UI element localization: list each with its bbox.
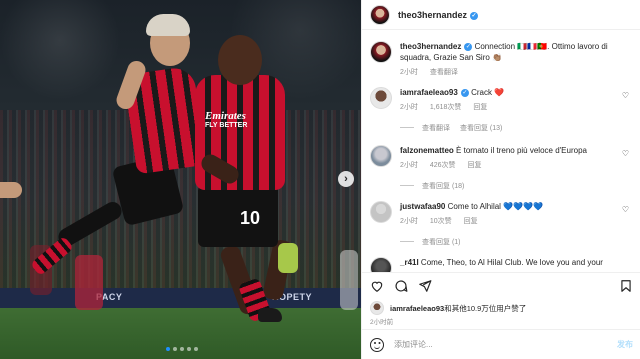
caption-time: 2小时 [400, 69, 418, 76]
action-bar: iamrafaeleao93和其他10.9万位用户赞了 2小时前 [362, 272, 640, 326]
player-boot [258, 308, 282, 322]
jersey-number: 10 [240, 208, 261, 228]
comment-username[interactable]: _r41l [400, 258, 419, 267]
bookmark-icon[interactable] [619, 279, 633, 293]
caption-username[interactable]: theo3hernandez [400, 42, 461, 51]
background-player [75, 255, 103, 310]
fist [0, 182, 22, 198]
avatar[interactable] [370, 145, 392, 167]
view-replies-text[interactable]: 查看回复 (13) [460, 125, 502, 132]
comment-username[interactable]: iamrafaeleao93 [400, 88, 458, 97]
avatar[interactable] [370, 41, 392, 63]
heart-icon[interactable]: ♡ [622, 205, 629, 214]
verified-badge-icon: ✓ [460, 89, 469, 97]
player-shorts [198, 185, 278, 247]
jersey-sponsor-tagline: FLY BETTER [205, 122, 248, 129]
liker-username[interactable]: iamrafaeleao93 [390, 304, 444, 313]
reply-button[interactable]: 回复 [464, 218, 478, 225]
comment-username[interactable]: falzonematteo [400, 146, 454, 155]
comment-time: 2小时 [400, 218, 418, 225]
likes-summary[interactable]: iamrafaeleao93和其他10.9万位用户赞了 [370, 301, 526, 315]
comment-username[interactable]: justwafaa90 [400, 202, 445, 211]
comment-likes[interactable]: 10次赞 [430, 218, 452, 225]
heart-icon[interactable]: ♡ [622, 91, 629, 100]
carousel-dot[interactable] [194, 347, 198, 351]
ad-board: PACY ROPETY [0, 288, 361, 308]
heart-icon[interactable] [370, 279, 384, 293]
post-time: 2小时前 [370, 319, 394, 326]
comment-icon[interactable] [394, 279, 408, 293]
carousel-dot[interactable] [166, 347, 170, 351]
translate-link[interactable]: 查看翻译 [422, 125, 450, 132]
comment-composer: 发布 [362, 329, 640, 359]
carousel-dot[interactable] [180, 347, 184, 351]
view-replies-link[interactable]: 查看回复 (18) [400, 181, 635, 191]
comment-item: iamrafaeleao93 ✓ Crack ❤️ 2小时 1,618次赞 回复 … [370, 87, 635, 133]
reply-button[interactable]: 回复 [473, 104, 487, 111]
avatar[interactable] [370, 4, 390, 25]
pitch [0, 308, 361, 359]
carousel-dot[interactable] [173, 347, 177, 351]
post-header: theo3hernandez ✓ [362, 0, 640, 30]
view-replies-text[interactable]: 查看回复 (18) [422, 183, 464, 190]
comment-time: 2小时 [400, 104, 418, 111]
avatar[interactable] [370, 201, 392, 223]
caption: theo3hernandez ✓ Connection 🇮🇹🇫🇷🇵🇹. Ottim… [370, 41, 635, 78]
comments-list[interactable]: theo3hernandez ✓ Connection 🇮🇹🇫🇷🇵🇹. Ottim… [362, 31, 640, 272]
avatar[interactable] [370, 301, 384, 315]
comment-text: Come to Alhilal 💙💙💙💙 [447, 202, 544, 211]
player-hair [146, 14, 190, 36]
post-photo[interactable]: PACY ROPETY 10 Emirates FLY BETTER › [0, 0, 361, 359]
view-replies-text[interactable]: 查看回复 (1) [422, 239, 461, 246]
comment-item: falzonematteo È tornato il treno più vel… [370, 145, 635, 191]
carousel-dots [166, 347, 198, 351]
comment-item: _r41l Come, Theo, to Al Hilal Club. We l… [370, 257, 635, 272]
player-head [218, 35, 262, 85]
post-comment-button[interactable]: 发布 [617, 339, 633, 350]
comment-text: Crack ❤️ [471, 88, 505, 97]
post-viewer: PACY ROPETY 10 Emirates FLY BETTER › the… [0, 0, 640, 359]
jersey-sponsor: Emirates FLY BETTER [205, 110, 247, 129]
carousel-dot[interactable] [187, 347, 191, 351]
player-boot [278, 243, 298, 273]
comment-likes[interactable]: 1,618次赞 [430, 104, 462, 111]
reply-button[interactable]: 回复 [468, 162, 482, 169]
view-replies-link[interactable]: 查看翻译 查看回复 (13) [400, 123, 635, 133]
comment-item: justwafaa90 Come to Alhilal 💙💙💙💙 2小时 10次… [370, 201, 635, 247]
view-replies-link[interactable]: 查看回复 (1) [400, 237, 635, 247]
verified-badge-icon: ✓ [464, 43, 473, 51]
author-username[interactable]: theo3hernandez ✓ [398, 10, 479, 20]
post-side-panel: theo3hernandez ✓ theo3hernandez ✓ Connecti… [361, 0, 640, 359]
comment-time: 2小时 [400, 162, 418, 169]
verified-badge-icon: ✓ [470, 11, 479, 20]
jersey-sponsor-name: Emirates [205, 110, 246, 122]
heart-icon[interactable]: ♡ [622, 149, 629, 158]
comment-likes[interactable]: 426次赞 [430, 162, 456, 169]
avatar[interactable] [370, 87, 392, 109]
emoji-icon[interactable] [370, 337, 384, 352]
background-player [340, 250, 358, 310]
translate-link[interactable]: 查看翻译 [430, 69, 458, 76]
avatar[interactable] [370, 257, 392, 272]
comment-text: Come, Theo, to Al Hilal Club. We love yo… [420, 258, 603, 267]
comment-input[interactable] [394, 340, 594, 349]
share-icon[interactable] [418, 279, 432, 293]
comment-text: È tornato il treno più veloce d'Europa [456, 146, 587, 155]
likes-text: 和其他10.9万位用户赞了 [444, 303, 527, 313]
next-arrow-icon[interactable]: › [338, 171, 354, 187]
